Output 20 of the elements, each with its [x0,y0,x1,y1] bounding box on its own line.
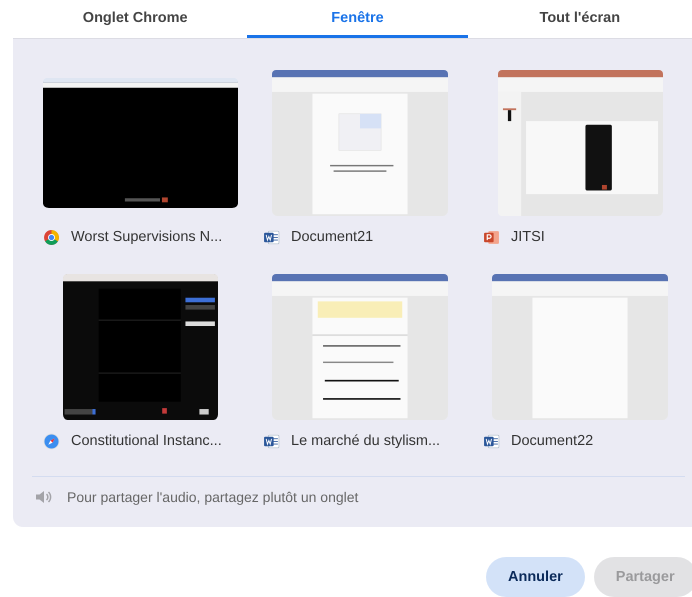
tab[interactable]: Onglet Chrome [25,0,246,38]
window-preview[interactable] [498,70,662,216]
word-icon [263,228,280,246]
chrome-icon [43,228,60,246]
powerpoint-icon [483,228,500,246]
window-title: Document21 [291,229,374,245]
word-icon [483,432,500,450]
window-title: Le marché du stylism... [291,433,440,449]
window-title: Document22 [511,433,594,449]
cancel-button[interactable]: Annuler [486,557,585,597]
safari-icon [43,432,60,450]
word-icon [263,432,280,450]
window-title: JITSI [511,229,545,245]
window-preview[interactable] [42,78,238,208]
window-title: Worst Supervisions N... [71,229,222,245]
tab[interactable]: Tout l'écran [470,0,690,38]
audio-note: Pour partager l'audio, partagez plutôt un onglet [67,489,358,505]
window-preview[interactable] [62,274,218,420]
speaker-icon [35,489,53,505]
window-title: Constitutional Instanc... [71,433,222,449]
